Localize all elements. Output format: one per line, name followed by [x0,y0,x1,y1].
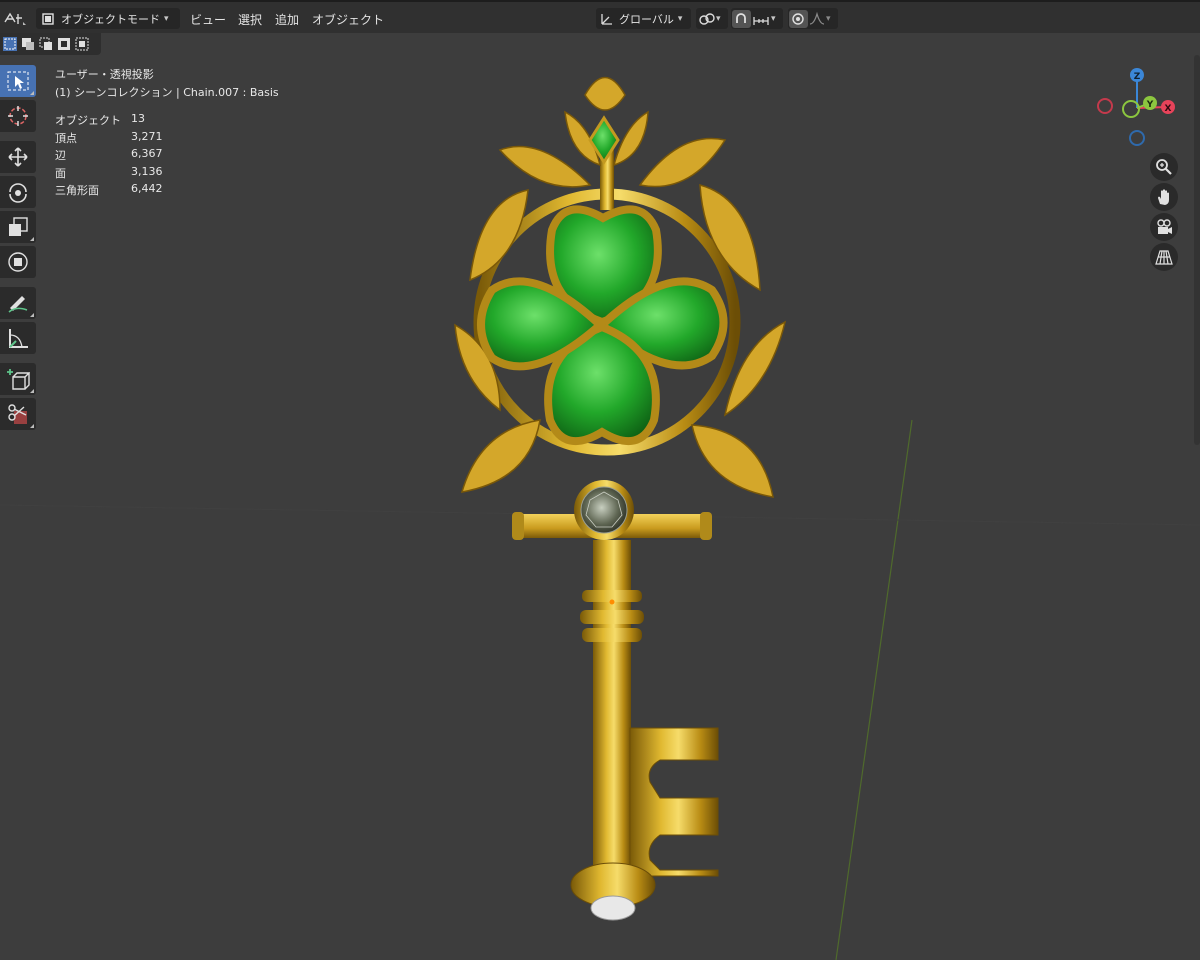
zoom-button[interactable] [1150,153,1178,181]
zoom-icon [1156,159,1172,175]
select-invert-icon[interactable] [56,36,72,52]
stat-value: 6,442 [131,182,163,195]
select-box-icon [7,71,29,91]
gizmo-y-label: Y [1146,100,1154,110]
tool-select-box[interactable] [0,65,36,97]
move-arrows-icon [8,147,28,167]
transform-orientation-dropdown[interactable]: グローバル ▾ [596,8,691,29]
gizmo-x-label: X [1165,104,1172,114]
select-extend-icon[interactable] [20,36,36,52]
object-mode-icon [42,12,54,25]
mode-label: オブジェクトモード [61,12,160,26]
stat-label: 頂点 [55,132,77,145]
collection-info: (1) シーンコレクション | Chain.007 : Basis [55,86,279,99]
selection-mode-buttons [0,33,101,55]
select-new-icon[interactable] [2,36,18,52]
stat-label: オブジェクト [55,114,121,127]
pivot-point-dropdown[interactable]: ▾ [696,8,728,29]
right-scroll-edge[interactable] [1194,55,1200,445]
chevron-down-icon: ▾ [826,13,831,24]
viewport-header: オブジェクトモード ▾ ビュー 選択 追加 オブジェクト グローバル ▾ ▾ ▾… [0,0,1200,33]
mode-dropdown[interactable]: オブジェクトモード ▾ [36,8,180,29]
tool-move[interactable] [0,141,36,173]
measure-ruler-icon [9,329,28,348]
stat-value: 13 [131,112,145,125]
tool-options-corner [30,91,34,95]
snap-increment-icon [753,16,769,25]
tool-options-corner [30,237,34,241]
tool-transform-cut[interactable] [0,398,36,430]
falloff-curve-icon [809,11,825,25]
annotate-pencil-icon [8,296,28,313]
gizmo-z-label: Z [1134,72,1141,82]
pivot-link-icon [699,12,715,25]
camera-view-button[interactable] [1150,213,1178,241]
menu-select[interactable]: 選択 [238,11,262,28]
editor-type-icon [4,12,26,25]
stat-label: 辺 [55,149,66,162]
scale-icon [9,217,28,236]
pan-button[interactable] [1150,183,1178,211]
stat-label: 三角形面 [55,184,99,197]
tool-transform[interactable] [0,246,36,278]
tool-measure[interactable] [0,322,36,354]
menu-object[interactable]: オブジェクト [312,11,384,28]
tool-options-corner [30,313,34,317]
editor-type-button[interactable] [2,8,32,29]
stat-value: 6,367 [131,147,163,160]
stat-label: 面 [55,167,66,180]
add-cube-icon [7,369,30,390]
chevron-down-icon: ▾ [716,13,721,24]
3d-cursor-icon [8,106,28,126]
snap-magnet-icon [732,9,751,28]
tool-annotate[interactable] [0,287,36,319]
perspective-toggle-button[interactable] [1150,243,1178,271]
orientation-gizmo[interactable]: Z Y X [1090,62,1190,152]
select-intersect-icon[interactable] [74,36,90,52]
select-subtract-icon[interactable] [38,36,54,52]
chevron-down-icon: ▾ [164,13,169,24]
rotate-icon [9,183,27,203]
perspective-grid-icon [1155,250,1173,265]
tool-options-corner [30,424,34,428]
tool-options-corner [30,389,34,393]
menu-view[interactable]: ビュー [190,11,226,28]
chevron-down-icon: ▾ [771,13,776,24]
3d-viewport[interactable] [0,0,1200,960]
stat-value: 3,136 [131,165,163,178]
orientation-axes-icon [601,13,612,25]
view-name: ユーザー・透視投影 [55,68,154,81]
orientation-label: グローバル [619,12,674,26]
proportional-edit-icon [789,9,808,28]
pan-hand-icon [1158,189,1169,205]
tool-cursor[interactable] [0,100,36,132]
tool-scale[interactable] [0,211,36,243]
stat-value: 3,271 [131,130,163,143]
menu-add[interactable]: 追加 [275,11,299,28]
key-model-render[interactable] [0,0,1200,960]
tool-add-cube[interactable] [0,363,36,395]
tool-rotate[interactable] [0,176,36,208]
transform-icon [8,252,28,272]
snapping-controls[interactable]: ▾ [731,8,783,29]
camera-view-icon [1157,219,1172,234]
chevron-down-icon: ▾ [677,13,683,24]
proportional-editing-controls[interactable]: ▾ [788,8,838,29]
cut-scissors-icon [8,404,27,424]
